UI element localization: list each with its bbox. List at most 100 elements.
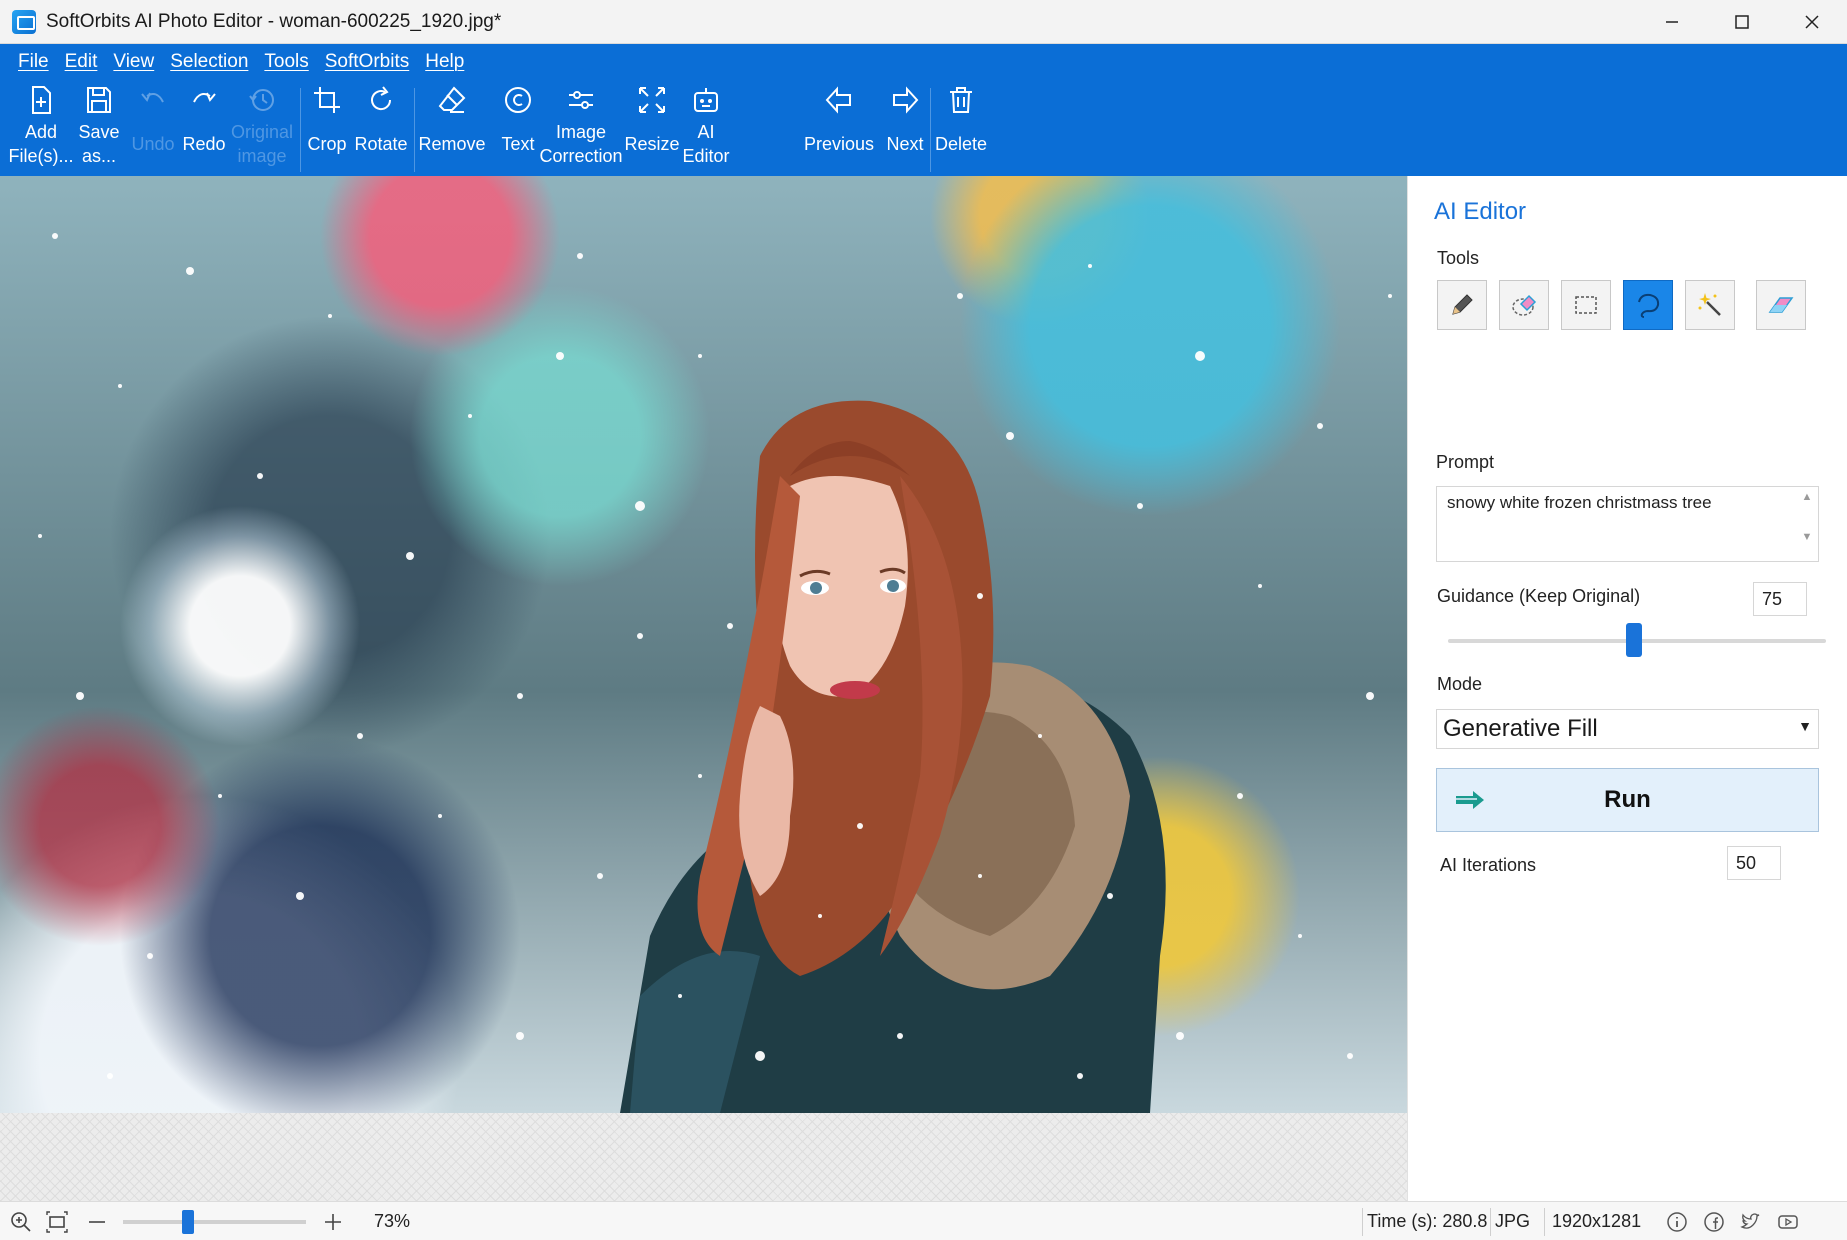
toolbar-separator <box>930 88 931 172</box>
toolbar-separator <box>300 88 301 172</box>
ai-iterations-label: AI Iterations <box>1440 855 1537 875</box>
menu-tools[interactable]: Tools <box>264 51 308 73</box>
toolbar-separator <box>414 88 415 172</box>
guidance-slider-thumb[interactable] <box>1626 623 1642 657</box>
facebook-icon[interactable] <box>1703 1211 1725 1233</box>
arrow-right-icon <box>1456 791 1484 809</box>
image-correction-label: Image Correction <box>539 122 623 166</box>
lasso-eraser-icon <box>1512 294 1537 316</box>
magic-wand-tool-button[interactable] <box>1685 280 1735 330</box>
info-icon[interactable] <box>1666 1211 1688 1233</box>
mode-label: Mode <box>1437 674 1483 694</box>
pencil-tool-button[interactable] <box>1437 280 1487 330</box>
previous-label: Previous <box>803 134 875 154</box>
zoom-slider-track[interactable] <box>123 1220 306 1224</box>
remove-button[interactable]: Remove <box>418 80 486 176</box>
image-canvas[interactable] <box>0 176 1407 1201</box>
menu-view[interactable]: View <box>113 51 154 73</box>
image-format: JPG <box>1495 1211 1531 1231</box>
delete-button[interactable]: Delete <box>934 80 988 176</box>
history-icon <box>249 89 274 111</box>
zoom-out-icon[interactable] <box>86 1211 108 1233</box>
tools-label: Tools <box>1437 248 1480 268</box>
previous-button[interactable]: Previous <box>802 80 876 176</box>
menu-edit[interactable]: Edit <box>65 51 98 73</box>
rotate-button[interactable]: Rotate <box>350 80 412 176</box>
eraser-icon <box>438 86 466 113</box>
ai-iterations-input[interactable]: 50 <box>1727 846 1781 880</box>
next-button[interactable]: Next <box>880 80 930 176</box>
resize-button[interactable]: Resize <box>624 80 680 176</box>
pencil-icon <box>1452 294 1473 315</box>
original-image-button[interactable]: Original image <box>230 80 294 176</box>
next-label: Next <box>886 134 924 154</box>
chevron-down-icon: ▼ <box>1798 718 1812 734</box>
run-label: Run <box>1604 786 1651 813</box>
scroll-up-icon[interactable]: ▲ <box>1798 491 1816 503</box>
crop-button[interactable]: Crop <box>306 80 348 176</box>
minimize-button[interactable] <box>1637 0 1707 44</box>
prompt-input[interactable]: snowy white frozen christmass tree ▲ ▼ <box>1436 486 1819 562</box>
image-dimensions: 1920x1281 <box>1552 1211 1642 1231</box>
prompt-scrollbar[interactable]: ▲ ▼ <box>1798 491 1816 557</box>
undo-icon <box>141 92 164 103</box>
trash-icon <box>950 87 972 113</box>
guidance-label: Guidance (Keep Original) <box>1437 586 1641 606</box>
close-button[interactable] <box>1777 0 1847 44</box>
ribbon: File Edit View Selection Tools SoftOrbit… <box>0 44 1847 176</box>
eraser-tool-button[interactable] <box>1756 280 1806 330</box>
ai-editor-button[interactable]: AI Editor <box>680 80 732 176</box>
menu-selection[interactable]: Selection <box>170 51 248 73</box>
save-as-button[interactable]: Save as... <box>72 80 126 176</box>
zoom-slider-thumb[interactable] <box>182 1210 194 1234</box>
fit-screen-icon[interactable] <box>46 1211 68 1233</box>
resize-label: Resize <box>624 134 680 154</box>
delete-label: Delete <box>934 134 988 154</box>
redo-label: Redo <box>182 134 226 154</box>
zoom-magnifier-icon[interactable] <box>10 1211 32 1233</box>
ai-editor-panel: AI Editor Tools Prompt snowy white froze… <box>1407 176 1847 1201</box>
add-files-button[interactable]: Add File(s)... <box>9 80 74 176</box>
run-button[interactable]: Run <box>1436 768 1819 832</box>
lasso-tool-button[interactable] <box>1623 280 1673 330</box>
guidance-value-input[interactable]: 75 <box>1753 582 1807 616</box>
copyright-text-icon <box>505 87 531 113</box>
scroll-down-icon[interactable]: ▼ <box>1798 531 1816 543</box>
window-controls <box>1637 0 1847 44</box>
lasso-eraser-tool-button[interactable] <box>1499 280 1549 330</box>
menu-file[interactable]: File <box>18 51 49 73</box>
close-icon <box>1805 14 1819 29</box>
text-button[interactable]: Text <box>494 80 542 176</box>
undo-label: Undo <box>131 134 175 154</box>
window-title: SoftOrbits AI Photo Editor - woman-60022… <box>46 10 502 32</box>
photo-illustration <box>38 233 1392 1113</box>
mode-select[interactable]: Generative Fill ▼ <box>1436 709 1819 749</box>
menu-softorbits[interactable]: SoftOrbits <box>325 51 409 73</box>
ai-editor-label: AI Editor <box>682 122 730 166</box>
arrow-left-icon <box>825 86 851 114</box>
rotate-label: Rotate <box>354 134 408 154</box>
maximize-button[interactable] <box>1707 0 1777 44</box>
prompt-text: snowy white frozen christmass tree <box>1447 493 1712 512</box>
photo-woman-in-snow[interactable] <box>0 176 1407 1113</box>
menu-bar: File Edit View Selection Tools SoftOrbit… <box>0 44 1847 80</box>
save-as-label: Save as... <box>78 122 120 166</box>
processing-time: Time (s): 280.8 <box>1367 1211 1488 1231</box>
undo-button[interactable]: Undo <box>128 80 178 176</box>
redo-icon <box>193 92 216 103</box>
mode-selected-value: Generative Fill <box>1443 715 1598 742</box>
redo-button[interactable]: Redo <box>178 80 230 176</box>
remove-label: Remove <box>418 134 486 154</box>
twitter-icon[interactable] <box>1739 1211 1761 1233</box>
status-separator <box>1544 1208 1545 1236</box>
menu-help[interactable]: Help <box>425 51 464 73</box>
app-logo-icon <box>12 9 36 34</box>
rect-select-icon <box>1575 296 1597 314</box>
zoom-in-icon[interactable] <box>322 1211 344 1233</box>
youtube-icon[interactable] <box>1777 1211 1799 1233</box>
rect-select-tool-button[interactable] <box>1561 280 1611 330</box>
maximize-icon <box>1735 14 1749 29</box>
status-separator <box>1490 1208 1491 1236</box>
robot-icon <box>694 88 718 112</box>
image-correction-button[interactable]: Image Correction <box>538 80 624 176</box>
